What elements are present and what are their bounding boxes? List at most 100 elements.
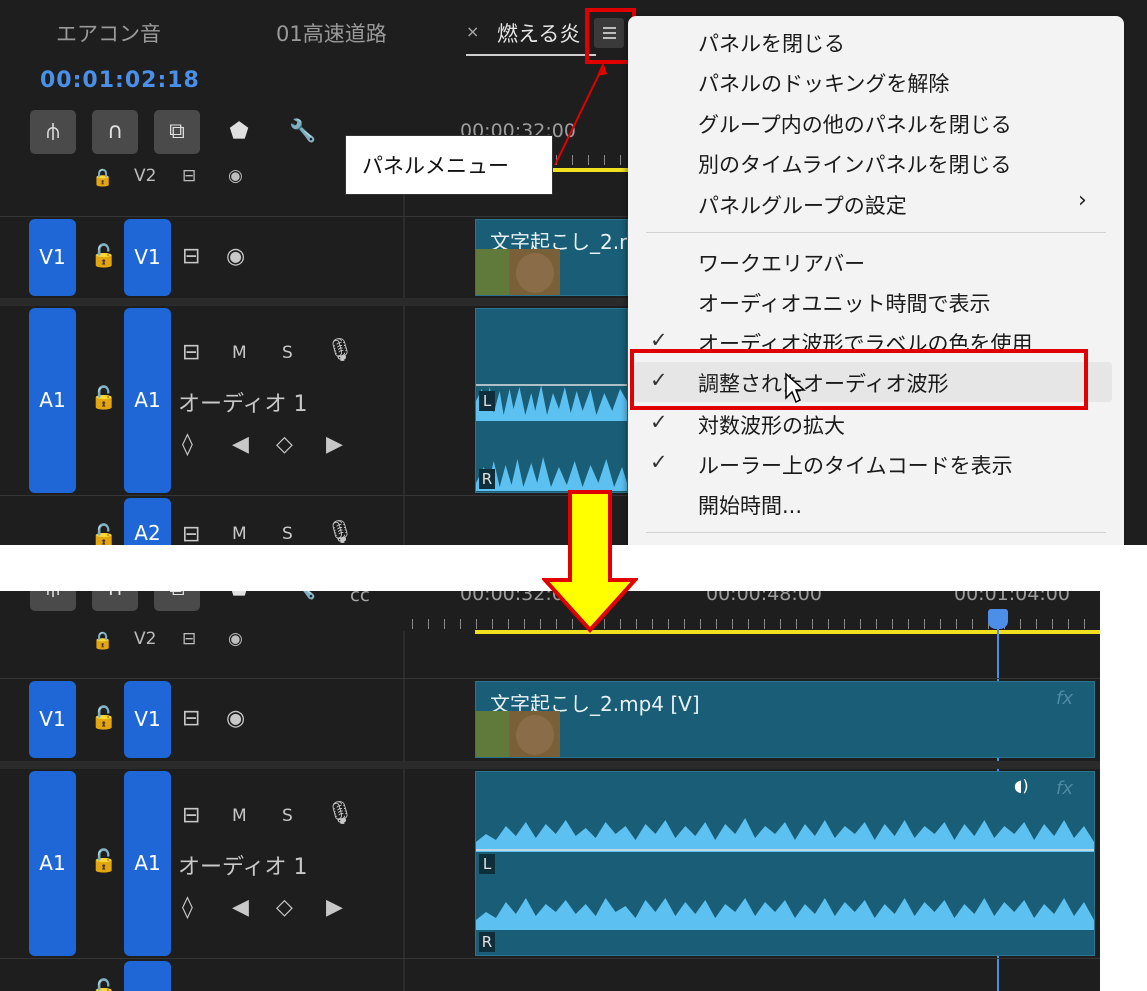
fx-badge[interactable]: fx [1056, 688, 1073, 709]
audio-clip[interactable]: ◖) fx L R [475, 771, 1095, 956]
toggle-sync-icon[interactable]: ⊟ [182, 629, 196, 649]
toggle-sync-icon[interactable]: ⊟ [182, 244, 200, 269]
add-keyframe-icon[interactable]: ◇ [276, 432, 293, 457]
row-line [0, 958, 1100, 959]
source-patch-a1[interactable]: A1 [29, 308, 76, 493]
target-track-v1[interactable]: V1 [124, 219, 171, 296]
magnet-icon[interactable]: ∩ [92, 591, 138, 611]
linked-selection-icon[interactable]: ⧉ [154, 591, 200, 611]
menu-item-label: パネルを閉じる [698, 32, 845, 56]
video-clip[interactable]: 文字起こし_2.mp4 [V] fx [475, 681, 1095, 758]
menu-item-start-time[interactable]: 開始時間... [628, 484, 1124, 524]
callout-pointer-arrow [554, 62, 607, 166]
lock-icon[interactable]: 🔒 [92, 631, 113, 651]
previous-keyframe-icon[interactable]: ◀ [232, 432, 249, 457]
previous-keyframe-icon[interactable]: ◀ [232, 895, 249, 920]
toggle-sync-icon[interactable]: ⊟ [182, 522, 200, 545]
channel-left-label: L [479, 391, 495, 411]
keyframe-menu-icon[interactable]: ◊ [182, 432, 193, 457]
lock-icon[interactable]: 🔓 [90, 849, 117, 874]
menu-item-audio-units[interactable]: オーディオユニット時間で表示 [628, 282, 1124, 322]
mute-button[interactable]: M [232, 524, 247, 544]
insert-icon[interactable]: ⫛ [30, 591, 76, 611]
callout-box: パネルメニュー [345, 135, 553, 195]
next-keyframe-icon[interactable]: ▶ [326, 895, 343, 920]
lock-icon[interactable]: 🔓 [90, 979, 117, 991]
timeline-panel-before: エアコン音 01高速道路 × 燃える炎 00:01:02:18 ⫛ ∩ ⧉ ⬟ … [0, 0, 1147, 545]
solo-button[interactable]: S [282, 524, 293, 544]
mute-button[interactable]: M [232, 806, 247, 826]
track-label-v2: V2 [134, 629, 157, 649]
marker-icon[interactable]: ⬟ [216, 591, 262, 611]
lock-icon[interactable]: 🔓 [90, 706, 117, 731]
wrench-icon[interactable]: 🔧 [280, 591, 326, 611]
menu-item-log-waveform[interactable]: ✓ 対数波形の拡大 [628, 404, 1124, 444]
lock-icon[interactable]: 🔒 [92, 168, 113, 188]
audio-track-name[interactable]: オーディオ 1 [178, 849, 307, 881]
check-icon: ✓ [650, 410, 668, 434]
menu-item-panel-group-settings[interactable]: パネルグループの設定 › [628, 184, 1124, 224]
row-line [0, 678, 1100, 679]
target-track-v1[interactable]: V1 [124, 681, 171, 758]
playhead-timecode[interactable]: 00:01:02:18 [40, 68, 200, 93]
menu-item-work-area-bar[interactable]: ワークエリアバー [628, 242, 1124, 282]
tab-highway[interactable]: 01高速道路 [276, 18, 387, 48]
video-audio-divider[interactable] [0, 761, 1100, 769]
marker-icon[interactable]: ⬟ [216, 110, 262, 154]
source-patch-a1[interactable]: A1 [29, 771, 76, 956]
source-patch-v1[interactable]: V1 [29, 681, 76, 758]
menu-item-close-other-panels[interactable]: グループ内の他のパネルを閉じる [628, 103, 1124, 143]
lock-icon[interactable]: 🔓 [90, 244, 117, 269]
target-track-a1[interactable]: A1 [124, 308, 171, 493]
solo-button[interactable]: S [282, 343, 293, 363]
toggle-sync-icon[interactable]: ⊟ [182, 166, 196, 186]
toggle-sync-icon[interactable]: ⊟ [182, 706, 200, 731]
tab-close-icon[interactable]: × [466, 22, 479, 41]
magnet-icon[interactable]: ∩ [92, 110, 138, 154]
lock-icon[interactable]: 🔓 [90, 524, 117, 545]
microphone-icon[interactable]: 🎙 [326, 801, 354, 826]
mouse-cursor-icon [785, 372, 806, 404]
menu-item-undock-panel[interactable]: パネルのドッキングを解除 [628, 62, 1124, 102]
toggle-sync-icon[interactable]: ⊟ [182, 340, 200, 365]
target-track-a1[interactable]: A1 [124, 771, 171, 956]
voice-enhance-icon[interactable]: ◖) [1014, 776, 1029, 795]
toggle-sync-icon[interactable]: ⊟ [182, 803, 200, 828]
next-keyframe-icon[interactable]: ▶ [326, 432, 343, 457]
mute-button[interactable]: M [232, 343, 247, 363]
menu-item-label: パネルのドッキングを解除 [698, 72, 950, 96]
insert-icon[interactable]: ⫛ [30, 110, 76, 154]
target-track-a2[interactable]: A2 [124, 498, 171, 545]
eye-icon[interactable]: ◉ [228, 629, 243, 649]
eye-icon[interactable]: ◉ [226, 244, 245, 269]
linked-selection-icon[interactable]: ⧉ [154, 110, 200, 154]
menu-item-label: ワークエリアバー [698, 252, 866, 276]
video-clip[interactable]: 文字起こし_2.m [475, 219, 628, 296]
menu-item-label: グループ内の他のパネルを閉じる [698, 113, 1012, 137]
microphone-icon[interactable]: 🎙 [326, 338, 354, 363]
lock-icon[interactable]: 🔓 [90, 386, 117, 411]
keyframe-menu-icon[interactable]: ◊ [182, 895, 193, 920]
tab-flame[interactable]: 燃える炎 [497, 18, 580, 48]
solo-button[interactable]: S [282, 806, 293, 826]
menu-item-ruler-timecode[interactable]: ✓ ルーラー上のタイムコードを表示 [628, 444, 1124, 484]
eye-icon[interactable]: ◉ [226, 706, 245, 731]
microphone-icon[interactable]: 🎙 [326, 520, 354, 545]
waveform-right [476, 457, 627, 491]
menu-separator [646, 232, 1106, 233]
eye-icon[interactable]: ◉ [228, 166, 243, 186]
add-keyframe-icon[interactable]: ◇ [276, 895, 293, 920]
playhead-handle[interactable] [988, 609, 1008, 629]
fx-badge[interactable]: fx [1056, 778, 1073, 799]
video-audio-divider[interactable] [0, 298, 628, 306]
tab-aircon[interactable]: エアコン音 [56, 18, 161, 48]
audio-track-name[interactable]: オーディオ 1 [178, 386, 307, 418]
audio-clip[interactable]: L R [475, 308, 628, 493]
wrench-icon[interactable]: 🔧 [280, 110, 326, 154]
menu-item-close-panel[interactable]: パネルを閉じる [628, 22, 1124, 62]
source-patch-v1[interactable]: V1 [29, 219, 76, 296]
target-track-a2[interactable] [124, 961, 171, 991]
menu-item-close-other-timelines[interactable]: 別のタイムラインパネルを閉じる [628, 143, 1124, 183]
menu-item-label: ルーラー上のタイムコードを表示 [698, 454, 1013, 478]
captions-icon[interactable]: cc [350, 591, 370, 606]
